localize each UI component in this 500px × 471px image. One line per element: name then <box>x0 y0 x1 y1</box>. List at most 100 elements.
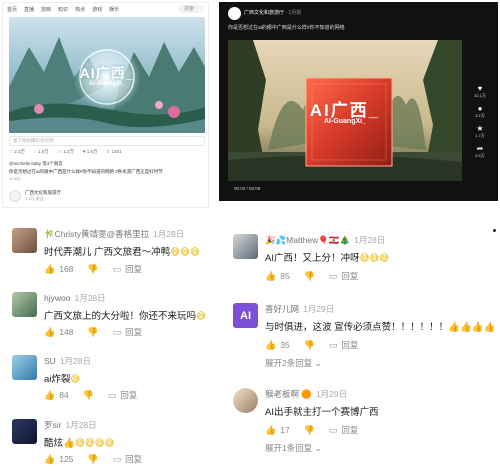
left-comment-input[interactable]: 留下你的精彩评论吧 <box>9 136 205 146</box>
left-stats-row: ♡ 2.3万 ◌ 1.6万 ☆ 1.2万 ♥ 1.6万 ⇪ 1401 <box>9 149 122 155</box>
nav-item[interactable]: 热点 <box>75 6 85 13</box>
left-post-image[interactable]: AI广西_ AI-GuangXi_ <box>9 17 205 133</box>
commenter-name[interactable]: 🎋Christy黄靖雯@香格里拉 1月28日 <box>44 228 184 240</box>
reply-icon: ▭ <box>112 263 122 274</box>
reply-icon: ▭ <box>112 326 122 337</box>
dislike-button[interactable]: 👎 <box>304 339 315 351</box>
comment-actions: 👍 84 👎 ▭ 回复 <box>44 389 137 401</box>
comment-actions: 👍 17 👎 ▭ 回复 <box>265 424 358 436</box>
heart-icon: ♥ <box>477 84 483 93</box>
dislike-button[interactable]: 👎 <box>304 270 315 282</box>
ai-logo-avatar[interactable]: AI <box>233 303 258 328</box>
thumb-up-icon: 👍 <box>44 263 56 274</box>
stat-like[interactable]: ♡ 2.3万 <box>9 149 25 155</box>
commenter-name[interactable]: 猴老板啊 🟠 1月29日 <box>265 388 347 400</box>
commenter-avatar[interactable] <box>12 355 37 380</box>
like-button[interactable]: 👍 84 <box>44 389 69 401</box>
expand-replies-link[interactable]: 展开1条回复 ⌄ <box>265 442 322 454</box>
reply-icon: ▭ <box>328 339 338 350</box>
stat-share[interactable]: ♥ 1.6万 <box>83 149 98 155</box>
nav-item[interactable]: 首页 <box>7 6 17 13</box>
reply-button[interactable]: ▭ 回复 <box>329 270 359 282</box>
like-button[interactable]: 👍 148 <box>44 326 73 338</box>
thumb-up-icon: 👍 <box>44 326 56 337</box>
reply-icon: ▭ <box>328 424 338 435</box>
share-control[interactable]: ➦ 5.5万 <box>475 144 485 159</box>
channel-avatar[interactable] <box>228 7 241 20</box>
comment-text: ai炸裂😅 <box>44 374 81 385</box>
dislike-button[interactable]: 👎 <box>304 424 315 436</box>
commenter-avatar[interactable] <box>12 292 37 317</box>
like-count: 32.1万 <box>474 93 486 98</box>
thumb-up-icon: 👍 <box>44 389 56 400</box>
art-subtitle: AI-GuangXi_ <box>88 81 125 87</box>
like-control[interactable]: ♥ 32.1万 <box>474 84 486 99</box>
like-button[interactable]: 👍 125 <box>44 453 73 465</box>
commenter-name[interactable]: 🎉💦Matthew🎈🇱🇧🎄 1月28日 <box>265 234 385 246</box>
account-followers: 1.1万 关注 <box>25 196 44 201</box>
reply-icon: ▭ <box>107 389 117 400</box>
left-caption: 你是否想过在ai的眼中广西是什么样#你不知道的网络 #秋冬游广西正是好时节 <box>9 169 163 174</box>
reply-button[interactable]: ▭ 回复 <box>113 453 143 465</box>
comment-text: AI广西！又上分！冲呀😅😅😅 <box>265 253 390 264</box>
comment-icon: ● <box>477 104 483 113</box>
thumb-down-icon: 👎 <box>303 270 315 281</box>
dislike-button[interactable]: 👎 <box>87 263 98 275</box>
commenter-name[interactable]: 喜好儿网 1月29日 <box>265 303 334 315</box>
commenter-avatar[interactable] <box>233 388 258 413</box>
comment-text: 广西文旅上的大分啦！你还不来玩吗😅 <box>44 311 206 322</box>
thumb-up-icon: 👍 <box>44 453 56 464</box>
commenter-avatar[interactable] <box>12 419 37 444</box>
thumb-up-icon: 👍 <box>265 270 277 281</box>
stat-forward[interactable]: ⇪ 1401 <box>107 149 122 155</box>
reply-button[interactable]: ▭ 回复 <box>108 389 138 401</box>
thumb-down-icon: 👎 <box>87 263 99 274</box>
nav-item[interactable]: 娱乐 <box>109 6 119 13</box>
comment-text: AI出手就主打一个赛博广西 <box>265 407 379 418</box>
nav-item[interactable]: 放映 <box>41 6 51 13</box>
comment-actions: 👍 148 👎 ▭ 回复 <box>44 326 142 338</box>
reply-icon: ▭ <box>112 453 122 464</box>
like-button[interactable]: 👍 85 <box>265 270 290 282</box>
stat-favorite[interactable]: ☆ 1.2万 <box>58 149 74 155</box>
channel-name: 广西文化和旅游厅 · 1月前 <box>244 10 302 16</box>
art-title: AI广西_ <box>79 65 135 81</box>
commenter-avatar[interactable] <box>12 228 37 253</box>
expand-replies-link[interactable]: 展开2条回复 ⌄ <box>265 357 322 369</box>
reply-button[interactable]: ▭ 回复 <box>113 326 143 338</box>
nav-item[interactable]: 知识 <box>58 6 68 13</box>
reply-button[interactable]: ▭ 回复 <box>113 263 143 275</box>
like-button[interactable]: 👍 17 <box>265 424 290 436</box>
comment-text: 酷炫👍😅😅😅😅 <box>44 438 115 449</box>
dislike-button[interactable]: 👎 <box>83 389 94 401</box>
commenter-avatar[interactable] <box>233 234 258 259</box>
left-account[interactable]: 广西文化和旅游厅 1.1万 关注 <box>9 190 61 202</box>
left-mentions: @michelle baby 等3个朋友 <box>9 161 63 166</box>
thumb-down-icon: 👎 <box>87 453 99 464</box>
favorite-control[interactable]: ★ 1.7万 <box>475 124 485 139</box>
video-subtitle: AI-GuangXi_ <box>323 118 366 125</box>
account-logo-icon <box>9 190 21 202</box>
commenter-name[interactable]: SU 1月28日 <box>44 355 91 367</box>
star-icon: ★ <box>476 124 484 133</box>
like-button[interactable]: 👍 168 <box>44 263 73 275</box>
left-search-input[interactable]: 搜索 <box>178 5 204 13</box>
page-dot <box>493 229 496 232</box>
dislike-button[interactable]: 👎 <box>87 326 98 338</box>
commenter-name[interactable]: hjywoo 1月28日 <box>44 292 106 304</box>
commenter-name[interactable]: 罗sir 1月28日 <box>44 419 97 431</box>
comment-control[interactable]: ● 3.7万 <box>475 104 485 119</box>
like-button[interactable]: 👍 35 <box>265 339 290 351</box>
dislike-button[interactable]: 👎 <box>87 453 98 465</box>
nav-item[interactable]: 游戏 <box>92 6 102 13</box>
comment-text: 时代弄潮儿 广西文旅君～冲鸭😅😅😅 <box>44 247 200 258</box>
stat-comment[interactable]: ◌ 1.6万 <box>34 149 49 155</box>
share-icon: ➦ <box>476 144 484 153</box>
thumb-up-icon: 👍 <box>265 339 277 350</box>
reply-button[interactable]: ▭ 回复 <box>329 339 359 351</box>
thumb-up-icon: 👍 <box>265 424 277 435</box>
nav-item[interactable]: 直播 <box>24 6 34 13</box>
reply-button[interactable]: ▭ 回复 <box>329 424 359 436</box>
thumb-down-icon: 👎 <box>303 339 315 350</box>
video-player[interactable]: AI广西_ AI-GuangXi_ <box>228 40 462 181</box>
